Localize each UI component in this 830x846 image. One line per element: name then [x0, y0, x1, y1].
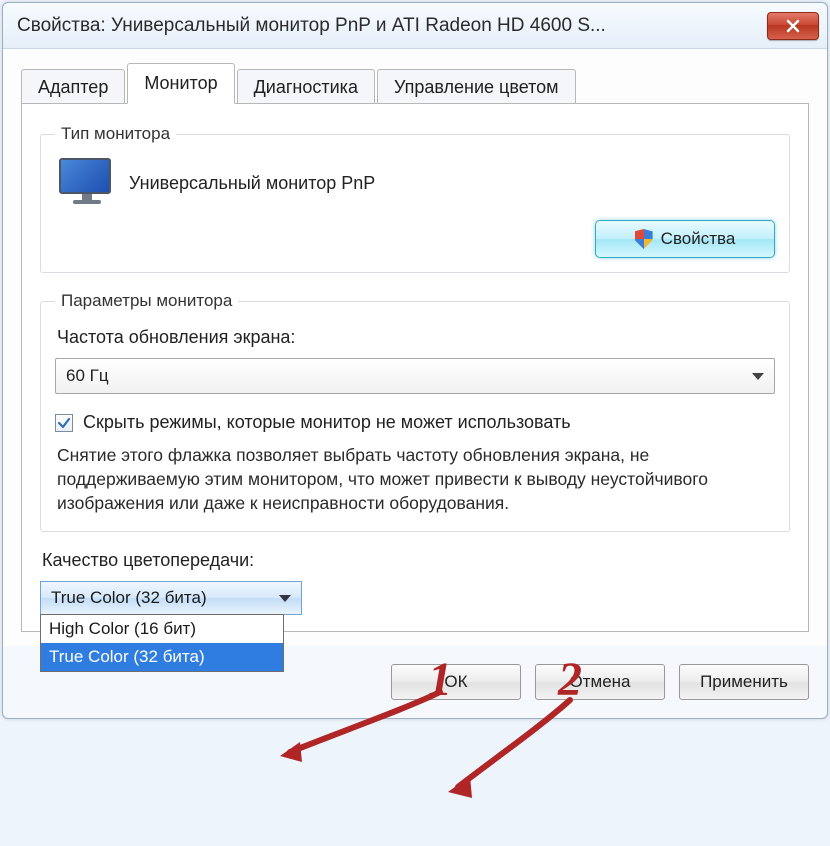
hide-modes-checkbox[interactable]: [55, 414, 73, 432]
cancel-button[interactable]: Отмена: [535, 664, 665, 700]
check-icon: [57, 416, 71, 430]
monitor-device-name: Универсальный монитор PnP: [129, 173, 375, 194]
color-option-16bit[interactable]: High Color (16 бит): [41, 615, 283, 643]
monitor-icon: [59, 158, 115, 208]
tab-adapter[interactable]: Адаптер: [21, 69, 125, 105]
tab-panel-monitor: Тип монитора Универсальный монитор PnP С…: [21, 103, 809, 632]
tab-monitor[interactable]: Монитор: [127, 63, 234, 104]
color-quality-section: Качество цветопередачи: True Color (32 б…: [40, 550, 790, 615]
tab-strip: Адаптер Монитор Диагностика Управление ц…: [21, 63, 809, 104]
monitor-type-legend: Тип монитора: [55, 124, 176, 144]
close-button[interactable]: [767, 12, 819, 40]
properties-button[interactable]: Свойства: [595, 220, 775, 258]
chevron-down-icon: [279, 595, 291, 602]
shield-icon: [635, 229, 653, 249]
properties-dialog: Свойства: Универсальный монитор PnP и AT…: [2, 2, 828, 719]
close-icon: [785, 18, 801, 34]
client-area: Адаптер Монитор Диагностика Управление ц…: [3, 49, 827, 646]
chevron-down-icon: [752, 373, 764, 380]
tab-color-management[interactable]: Управление цветом: [377, 69, 576, 105]
ok-button[interactable]: ОК: [391, 664, 521, 700]
window-title: Свойства: Универсальный монитор PnP и AT…: [17, 15, 606, 37]
tab-diagnostics[interactable]: Диагностика: [237, 69, 375, 105]
properties-button-label: Свойства: [661, 229, 736, 249]
monitor-settings-group: Параметры монитора Частота обновления эк…: [40, 291, 790, 532]
hide-modes-label: Скрыть режимы, которые монитор не может …: [83, 412, 571, 433]
apply-button[interactable]: Применить: [679, 664, 809, 700]
titlebar[interactable]: Свойства: Универсальный монитор PnP и AT…: [3, 3, 827, 49]
refresh-rate-value: 60 Гц: [66, 366, 109, 386]
color-quality-select[interactable]: True Color (32 бита): [40, 581, 302, 615]
color-quality-value: True Color (32 бита): [51, 588, 207, 608]
color-quality-dropdown-list: High Color (16 бит) True Color (32 бита): [40, 614, 284, 672]
monitor-settings-legend: Параметры монитора: [55, 291, 238, 311]
refresh-rate-label: Частота обновления экрана:: [57, 327, 775, 348]
monitor-type-group: Тип монитора Универсальный монитор PnP С…: [40, 124, 790, 273]
hide-modes-description: Снятие этого флажка позволяет выбрать ча…: [57, 443, 773, 515]
refresh-rate-select[interactable]: 60 Гц: [55, 358, 775, 394]
color-quality-label: Качество цветопередачи:: [42, 550, 790, 571]
color-option-32bit[interactable]: True Color (32 бита): [41, 643, 283, 671]
